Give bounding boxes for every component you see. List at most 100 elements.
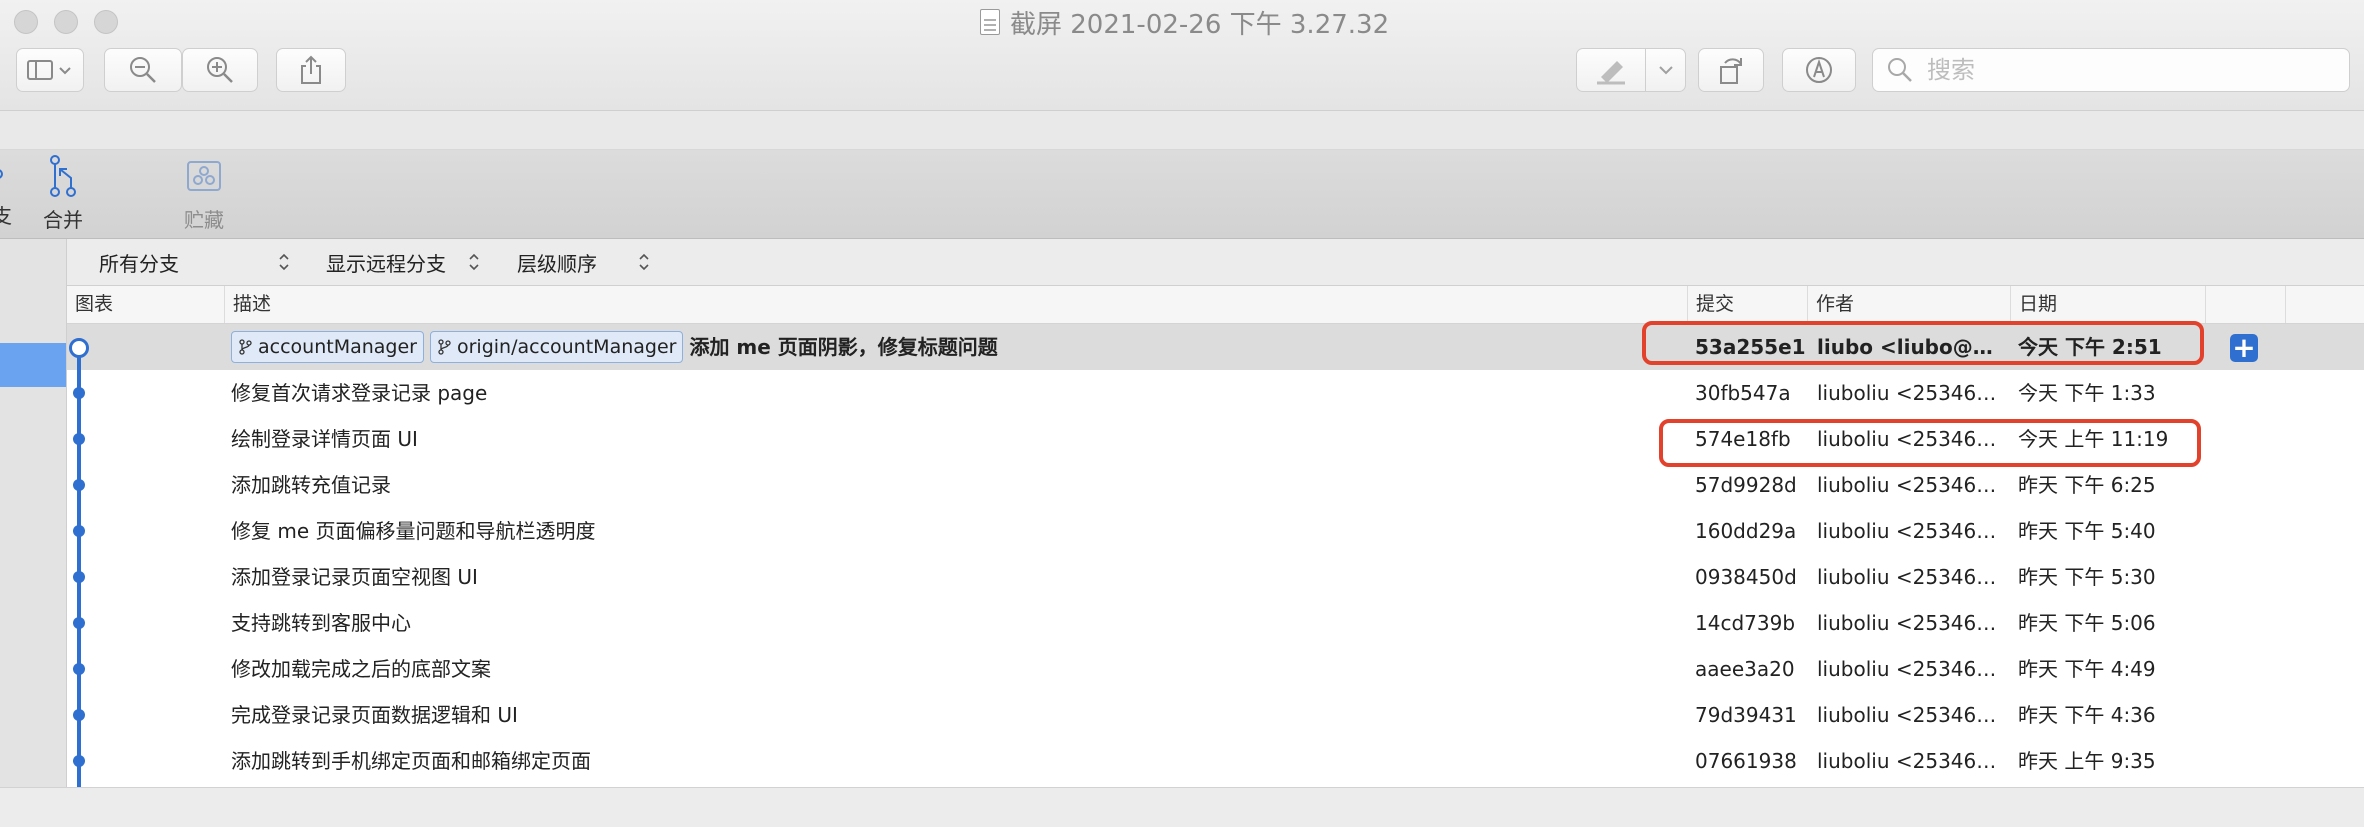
commit-author: liuboliu <253466…: [1817, 611, 2007, 635]
commit-description-cell: 修复首次请求登录记录 page: [231, 370, 1751, 416]
rotate-button[interactable]: [1698, 48, 1764, 92]
graph-commit-node: [73, 525, 85, 537]
branch-icon: [438, 339, 451, 355]
markup-button[interactable]: [1576, 48, 1686, 92]
commit-message: 修复首次请求登录记录 page: [231, 381, 488, 405]
updown-chevron-icon: [279, 253, 289, 271]
branch-filter-select[interactable]: 所有分支: [99, 239, 179, 285]
document-icon: [980, 9, 1000, 35]
graph-commit-node: [73, 755, 85, 767]
stash-icon: [187, 161, 221, 191]
updown-chevron-icon: [469, 253, 479, 271]
graph-commit-node: [73, 433, 85, 445]
zoom-out-icon: [130, 57, 156, 83]
zoom-in-button[interactable]: [182, 48, 258, 92]
table-row[interactable]: 添加登录记录页面空视图 UI 0938450d liuboliu <253466… 昨…: [67, 554, 2364, 600]
commit-message: 添加跳转到手机绑定页面和邮箱绑定页面: [231, 749, 591, 773]
remote-filter-value: 显示远程分支: [326, 251, 446, 276]
order-filter-value: 层级顺序: [517, 251, 597, 276]
commit-message: 修改加载完成之后的底部文案: [231, 657, 491, 681]
table-row[interactable]: 修改加载完成之后的底部文案 aaee3a20 liuboliu <253466… 昨天…: [67, 646, 2364, 692]
close-window-button[interactable]: [14, 10, 38, 34]
commit-description-cell: 添加跳转充值记录: [231, 462, 1751, 508]
merge-tool-label: 合并: [43, 208, 83, 232]
graph-commit-node: [73, 571, 85, 583]
table-row[interactable]: 完成登录记录页面数据逻辑和 UI 79d39431 liuboliu <253466…: [67, 692, 2364, 738]
search-box[interactable]: [1872, 48, 2350, 92]
commit-hash: 30fb547a: [1695, 381, 1791, 405]
minimize-window-button[interactable]: [54, 10, 78, 34]
sidebar-toggle-button[interactable]: [16, 48, 84, 92]
table-row[interactable]: 支持跳转到客服中心 14cd739b liuboliu <253466… 昨天 下午 …: [67, 600, 2364, 646]
stash-tool-button[interactable]: 贮藏: [174, 150, 234, 238]
column-header-date[interactable]: 日期: [2011, 286, 2206, 323]
search-input[interactable]: [1925, 55, 2329, 85]
branch-tag-label: origin/accountManager: [456, 336, 677, 358]
column-header-description[interactable]: 描述: [225, 286, 1688, 323]
remote-filter-select[interactable]: 显示远程分支: [326, 239, 446, 285]
table-row[interactable]: 修复首次请求登录记录 page 30fb547a liuboliu <253466……: [67, 370, 2364, 416]
commit-hash: 14cd739b: [1695, 611, 1796, 635]
annotation-box-login-detail-commit: [1659, 419, 2201, 467]
branch-tag[interactable]: accountManager: [231, 331, 424, 363]
commit-author: liuboliu <253466…: [1817, 381, 2007, 405]
zoom-in-icon: [207, 57, 233, 83]
merge-tool-button[interactable]: 合并: [36, 150, 90, 238]
commit-date: 昨天 下午 5:40: [2018, 519, 2156, 543]
commit-date: 今天 下午 1:33: [2018, 381, 2156, 405]
commit-hash: 160dd29a: [1695, 519, 1797, 543]
filter-bar: 所有分支 显示远程分支 层级顺序: [67, 239, 2364, 286]
commit-date: 昨天 上午 9:35: [2018, 749, 2156, 773]
updown-chevron-icon: [639, 253, 649, 271]
sidebar-selected-item[interactable]: [0, 343, 66, 387]
column-header-commit[interactable]: 提交: [1688, 286, 1808, 323]
table-row[interactable]: 添加跳转充值记录 57d9928d liuboliu <253466… 昨天 下午 6…: [67, 462, 2364, 508]
commit-message: 完成登录记录页面数据逻辑和 UI: [231, 703, 518, 727]
commit-author: liuboliu <253466…: [1817, 703, 2007, 727]
image-top-strip: [0, 111, 2364, 150]
commit-description-cell: 添加登录记录页面空视图 UI: [231, 554, 1751, 600]
commit-hash: 57d9928d: [1695, 473, 1797, 497]
commit-hash: aaee3a20: [1695, 657, 1795, 681]
pen-circle-icon: [1806, 57, 1832, 83]
window-titlebar: 截屏 2021-02-26 下午 3.27.32: [0, 0, 2364, 111]
order-filter-select[interactable]: 层级顺序: [517, 239, 597, 285]
add-button[interactable]: +: [2230, 334, 2258, 362]
graph-commit-node: [73, 663, 85, 675]
branch-icon: [239, 339, 252, 355]
graph-commit-node: [73, 479, 85, 491]
share-icon: [301, 55, 321, 84]
commit-author: liuboliu <253466…: [1817, 657, 2007, 681]
commit-message: 绘制登录详情页面 UI: [231, 427, 418, 451]
highlighter-icon: [1597, 61, 1625, 85]
branch-tag[interactable]: origin/accountManager: [429, 331, 684, 363]
commit-description-cell: 添加跳转到手机绑定页面和邮箱绑定页面: [231, 738, 1751, 784]
left-sidebar: [0, 239, 67, 787]
commit-author: liuboliu <253466…: [1817, 565, 2007, 589]
commit-description-cell: 修改加载完成之后的底部文案: [231, 646, 1751, 692]
commit-date: 昨天 下午 5:06: [2018, 611, 2156, 635]
share-button[interactable]: [276, 48, 346, 92]
branch-tool-button[interactable]: 支: [0, 150, 14, 238]
annotate-button[interactable]: [1782, 48, 1856, 92]
commit-hash: 0938450d: [1695, 565, 1797, 589]
commit-message: 修复 me 页面偏移量问题和导航栏透明度: [231, 519, 596, 543]
search-icon: [1888, 58, 1912, 82]
window-title: 截屏 2021-02-26 下午 3.27.32: [1010, 9, 1390, 40]
commit-message: 添加登录记录页面空视图 UI: [231, 565, 478, 589]
graph-commit-node: [73, 709, 85, 721]
sidebar-icon: [27, 60, 71, 80]
graph-head-node: [69, 338, 89, 358]
bottom-status-area: [0, 787, 2364, 827]
zoom-out-button[interactable]: [104, 48, 182, 92]
zoom-window-button[interactable]: [94, 10, 118, 34]
window-title-area: 截屏 2021-02-26 下午 3.27.32: [980, 4, 1389, 40]
table-row[interactable]: 修复 me 页面偏移量问题和导航栏透明度 160dd29a liuboliu <25…: [67, 508, 2364, 554]
annotation-box-head-commit: [1642, 321, 2204, 365]
stash-tool-label: 贮藏: [184, 208, 224, 232]
table-row[interactable]: 添加跳转到手机绑定页面和邮箱绑定页面 07661938 liuboliu <2534…: [67, 738, 2364, 784]
column-header-graph[interactable]: 图表: [67, 286, 225, 323]
commit-hash: 07661938: [1695, 749, 1797, 773]
commit-message: 添加跳转充值记录: [231, 473, 391, 497]
column-header-author[interactable]: 作者: [1808, 286, 2011, 323]
